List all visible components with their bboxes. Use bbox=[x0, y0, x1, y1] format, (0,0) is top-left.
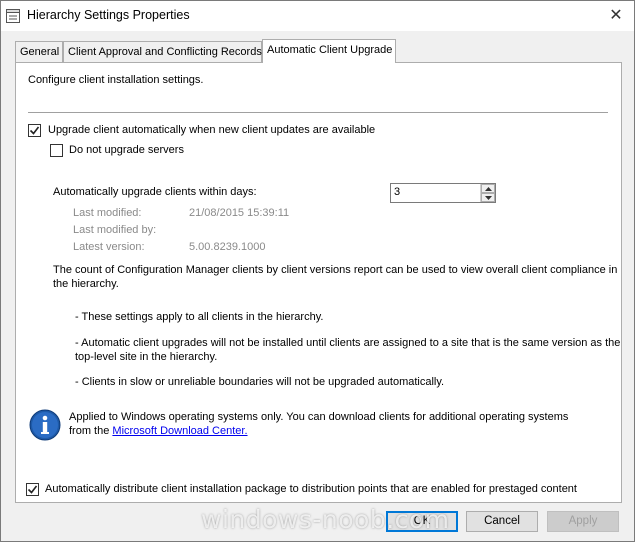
info-text-line1: Applied to Windows operating systems onl… bbox=[69, 411, 569, 423]
note-slow-boundaries: - Clients in slow or unreliable boundari… bbox=[75, 376, 445, 388]
note-site-version-line2: top-level site in the hierarchy. bbox=[75, 351, 218, 363]
tab-general[interactable]: General bbox=[15, 41, 63, 62]
stepper-up-button[interactable] bbox=[481, 184, 495, 193]
distribute-label[interactable]: Automatically distribute client installa… bbox=[45, 483, 577, 495]
distribute-checkbox[interactable] bbox=[26, 483, 39, 496]
info-text-line2: from the Microsoft Download Center. bbox=[69, 425, 248, 437]
apply-button[interactable]: Apply bbox=[547, 511, 619, 532]
tab-automatic-client-upgrade[interactable]: Automatic Client Upgrade bbox=[262, 39, 396, 63]
report-text-line2: the hierarchy. bbox=[53, 278, 119, 290]
properties-dialog: Hierarchy Settings Properties ✕ General … bbox=[0, 0, 635, 542]
no-servers-checkbox[interactable] bbox=[50, 144, 63, 157]
no-servers-label[interactable]: Do not upgrade servers bbox=[69, 144, 184, 156]
close-button[interactable]: ✕ bbox=[604, 3, 628, 27]
days-label: Automatically upgrade clients within day… bbox=[53, 186, 257, 198]
days-stepper[interactable]: 3 bbox=[390, 183, 496, 203]
tab-panel: Configure client installation settings. … bbox=[15, 62, 622, 503]
title-bar: Hierarchy Settings Properties ✕ bbox=[1, 1, 634, 31]
note-all-clients: - These settings apply to all clients in… bbox=[75, 311, 324, 323]
cancel-button[interactable]: Cancel bbox=[466, 511, 538, 532]
upgrade-auto-label[interactable]: Upgrade client automatically when new cl… bbox=[48, 124, 375, 136]
separator bbox=[28, 112, 608, 114]
properties-icon bbox=[5, 8, 21, 24]
last-modified-by-label: Last modified by: bbox=[73, 224, 157, 236]
latest-version-value: 5.00.8239.1000 bbox=[189, 241, 266, 253]
upgrade-auto-checkbox[interactable] bbox=[28, 124, 41, 137]
report-text-line1: The count of Configuration Manager clien… bbox=[53, 264, 618, 276]
days-value[interactable]: 3 bbox=[394, 186, 400, 198]
stepper-down-button[interactable] bbox=[481, 193, 495, 202]
last-modified-value: 21/08/2015 15:39:11 bbox=[189, 207, 290, 219]
info-text-prefix: from the bbox=[69, 425, 113, 437]
watermark-text: windows-noob.com bbox=[201, 505, 450, 534]
microsoft-download-center-link[interactable]: Microsoft Download Center. bbox=[112, 425, 247, 437]
info-icon bbox=[29, 409, 61, 441]
tab-client-approval[interactable]: Client Approval and Conflicting Records bbox=[63, 41, 262, 62]
window-title: Hierarchy Settings Properties bbox=[27, 8, 190, 22]
last-modified-label: Last modified: bbox=[73, 207, 142, 219]
latest-version-label: Latest version: bbox=[73, 241, 145, 253]
intro-text: Configure client installation settings. bbox=[28, 74, 204, 86]
stepper-buttons bbox=[480, 184, 495, 202]
note-site-version-line1: - Automatic client upgrades will not be … bbox=[75, 337, 621, 349]
